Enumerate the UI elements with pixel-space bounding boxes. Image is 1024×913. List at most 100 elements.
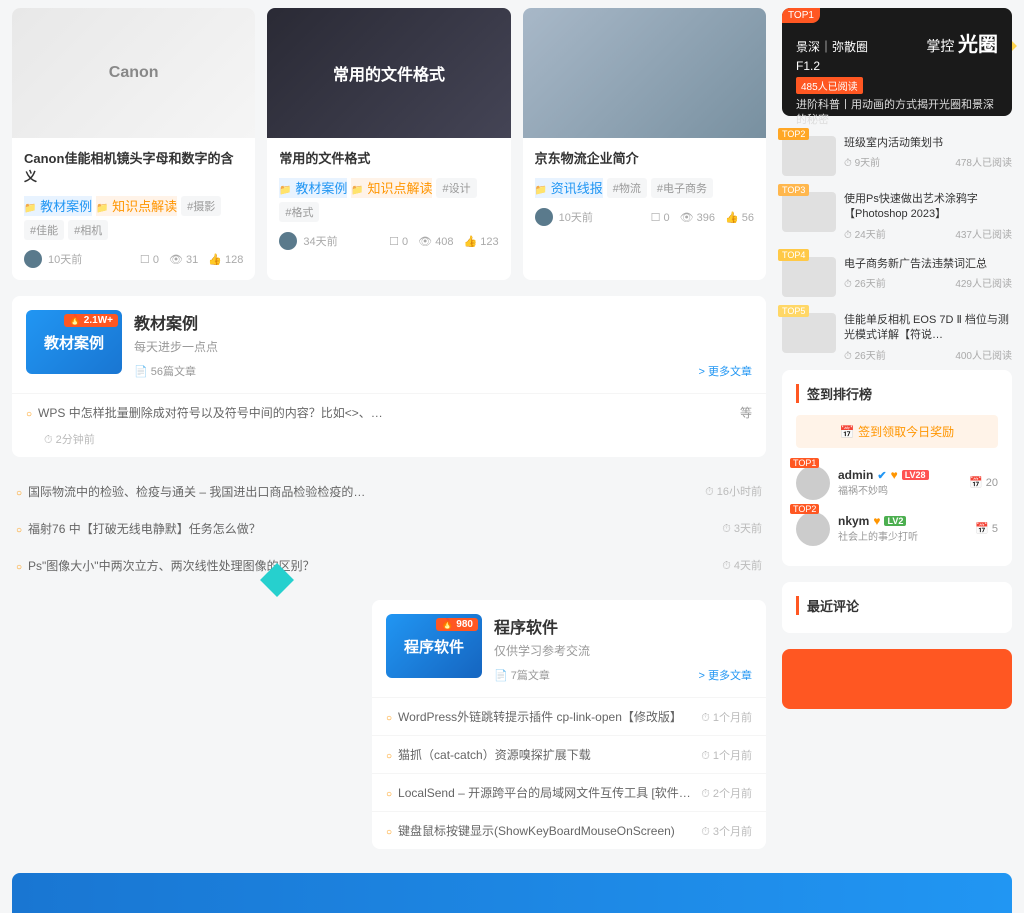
hero-desc: 进阶科普丨用动画的方式揭开光圈和景深的秘密 [796, 98, 998, 129]
folder-icon: 📁 [279, 185, 291, 196]
hot-badge: 🔥 2.1W+ [64, 314, 118, 327]
list-item[interactable]: 猫抓（cat-catch）资源嗅探扩展下载⏱ 1个月前 [372, 735, 766, 773]
level-badge: LV28 [902, 470, 929, 480]
comment-count: ☐ 0 [651, 211, 670, 224]
tag[interactable]: #设计 [436, 178, 476, 198]
list-item[interactable]: 键盘鼠标按键显示(ShowKeyBoardMouseOnScreen)⏱ 3个月… [372, 811, 766, 849]
tag[interactable]: #摄影 [181, 196, 221, 216]
verify-icon: ✔ [877, 469, 886, 482]
card-title: 常用的文件格式 [279, 150, 498, 168]
more-link[interactable]: > 更多文章 [699, 363, 752, 379]
comment-count: ☐ 0 [140, 253, 159, 266]
rank-thumb [782, 257, 836, 297]
avatar [535, 208, 553, 226]
rank-thumb [782, 192, 836, 232]
avatar [796, 466, 830, 500]
card-image: Canon [12, 8, 255, 138]
hot-badge: 🔥 980 [436, 618, 478, 631]
rank-thumb [782, 136, 836, 176]
list-item[interactable]: WordPress外链跳转提示插件 cp-link-open【修改版】⏱ 1个月… [372, 697, 766, 735]
rank-item[interactable]: TOP2 班级室内活动策划书⏱ 9天前478人已阅读 [782, 128, 1012, 184]
rank-badge: TOP2 [790, 504, 819, 514]
avatar [279, 232, 297, 250]
signin-panel: 签到排行榜 📅 签到领取今日奖励 TOP1 admin ✔♥ LV28福祸不妙鸣… [782, 370, 1012, 566]
card-title: Canon佳能相机镜头字母和数字的含义 [24, 150, 243, 186]
tag[interactable]: 📁 知识点解读 [96, 196, 177, 216]
rank-badge: TOP5 [778, 305, 809, 317]
category-panel-2: 程序软件 🔥 980 程序软件 仅供学习参考交流 📄 7篇文章 > 更多文章 W… [372, 600, 766, 849]
level-badge: LV2 [884, 516, 906, 526]
heart-icon: ♥ [891, 468, 898, 482]
article-count: 📄 56篇文章 [134, 363, 196, 379]
list-item[interactable]: LocalSend – 开源跨平台的局域网文件互传工具 [软件…⏱ 2个月前 [372, 773, 766, 811]
rank-thumb [782, 313, 836, 353]
like-count: 👍 128 [208, 253, 243, 266]
article-list: 国际物流中的检验、检疫与通关 – 我国进出口商品检验检疫的…⏱ 16小时前福射7… [12, 473, 766, 584]
tag[interactable]: #佳能 [24, 220, 64, 240]
signin-button[interactable]: 📅 签到领取今日奖励 [796, 415, 998, 448]
avatar [24, 250, 42, 268]
article-card[interactable]: 京东物流企业简介 📁 资讯线报#物流#电子商务 10天前 ☐ 0 👁 396 👍 5… [523, 8, 766, 280]
panel-title: 教材案例 [134, 310, 752, 334]
time-ago: 10天前 [559, 209, 593, 225]
card-title: 京东物流企业简介 [535, 150, 754, 168]
tag[interactable]: 📁 教材案例 [279, 178, 347, 198]
time-ago: 34天前 [303, 233, 337, 249]
list-item[interactable]: WPS 中怎样批量删除成对符号以及符号中间的内容？比如<>、…等 [12, 393, 766, 431]
tag[interactable]: #格式 [279, 202, 319, 222]
tag[interactable]: 📁 教材案例 [24, 196, 92, 216]
panel-title: 最近评论 [796, 596, 998, 615]
tag[interactable]: 📁 知识点解读 [351, 178, 432, 198]
hero-top1[interactable]: TOP1 景深｜弥散圈 F1.2 掌控 光圈 485人已阅读 进阶科普丨用动画的… [782, 8, 1012, 116]
category-panel-1: 教材案例 🔥 2.1W+ 教材案例 每天进步一点点 📄 56篇文章 > 更多文章… [12, 296, 766, 457]
view-count: 👁 408 [418, 235, 453, 248]
read-count-badge: 485人已阅读 [796, 77, 863, 94]
signin-count: 📅 20 [969, 476, 998, 489]
list-item[interactable]: 国际物流中的检验、检疫与通关 – 我国进出口商品检验检疫的…⏱ 16小时前 [12, 473, 766, 510]
folder-icon: 📁 [96, 203, 108, 214]
rank-item[interactable]: TOP4 电子商务新广告法违禁词汇总⏱ 26天前429人已阅读 [782, 249, 1012, 305]
like-count: 👍 123 [464, 235, 499, 248]
heart-icon: ♥ [873, 514, 880, 528]
panel-title: 程序软件 [494, 614, 752, 638]
card-image: 常用的文件格式 [267, 8, 510, 138]
avatar [796, 512, 830, 546]
rank-badge: TOP3 [778, 184, 809, 196]
ad-banner[interactable] [782, 649, 1012, 709]
signin-count: 📅 5 [975, 522, 998, 535]
panel-thumb: 教材案例 🔥 2.1W+ [26, 310, 122, 374]
panel-subtitle: 仅供学习参考交流 [494, 642, 752, 659]
panel-title: 签到排行榜 [796, 384, 998, 403]
list-item[interactable]: 福射76 中【打破无线电静默】任务怎么做？⏱ 3天前 [12, 510, 766, 547]
comment-count: ☐ 0 [389, 235, 408, 248]
rank-item[interactable]: TOP5 佳能单反相机 EOS 7D Ⅱ 档位与测光模式详解【符说…⏱ 26天前… [782, 305, 1012, 370]
view-count: 👁 31 [169, 253, 198, 266]
panel-subtitle: 每天进步一点点 [134, 338, 752, 355]
user-row[interactable]: TOP2 nkym ♥ LV2社会上的事少打听 📅 5 [796, 506, 998, 552]
tag[interactable]: #相机 [68, 220, 108, 240]
article-count: 📄 7篇文章 [494, 667, 550, 683]
comments-panel: 最近评论 [782, 582, 1012, 633]
card-image [523, 8, 766, 138]
rank-item[interactable]: TOP3 使用Ps快速做出艺术涂鸦字【Photoshop 2023】⏱ 24天前… [782, 184, 1012, 249]
bottom-banner[interactable] [12, 873, 1012, 913]
panel-thumb: 程序软件 🔥 980 [386, 614, 482, 678]
time-ago: 10天前 [48, 251, 82, 267]
article-card[interactable]: 常用的文件格式 常用的文件格式 📁 教材案例📁 知识点解读#设计 #格式 34天前… [267, 8, 510, 280]
more-link[interactable]: > 更多文章 [699, 667, 752, 683]
article-card[interactable]: Canon Canon佳能相机镜头字母和数字的含义 📁 教材案例📁 知识点解读#… [12, 8, 255, 280]
list-item[interactable]: Ps"图像大小"中两次立方、两次线性处理图像的区别？⏱ 4天前 [12, 547, 766, 584]
user-row[interactable]: TOP1 admin ✔♥ LV28福祸不妙鸣 📅 20 [796, 460, 998, 506]
rank-badge: TOP2 [778, 128, 809, 140]
rank-badge: TOP1 [782, 8, 820, 23]
rank-badge: TOP1 [790, 458, 819, 468]
tag[interactable]: 📁 资讯线报 [535, 178, 603, 198]
view-count: 👁 396 [680, 211, 715, 224]
folder-icon: 📁 [535, 185, 547, 196]
tag[interactable]: #物流 [607, 178, 647, 198]
like-count: 👍 56 [725, 211, 754, 224]
folder-icon: 📁 [24, 203, 36, 214]
rank-badge: TOP4 [778, 249, 809, 261]
tag[interactable]: #电子商务 [651, 178, 713, 198]
folder-icon: 📁 [351, 185, 363, 196]
